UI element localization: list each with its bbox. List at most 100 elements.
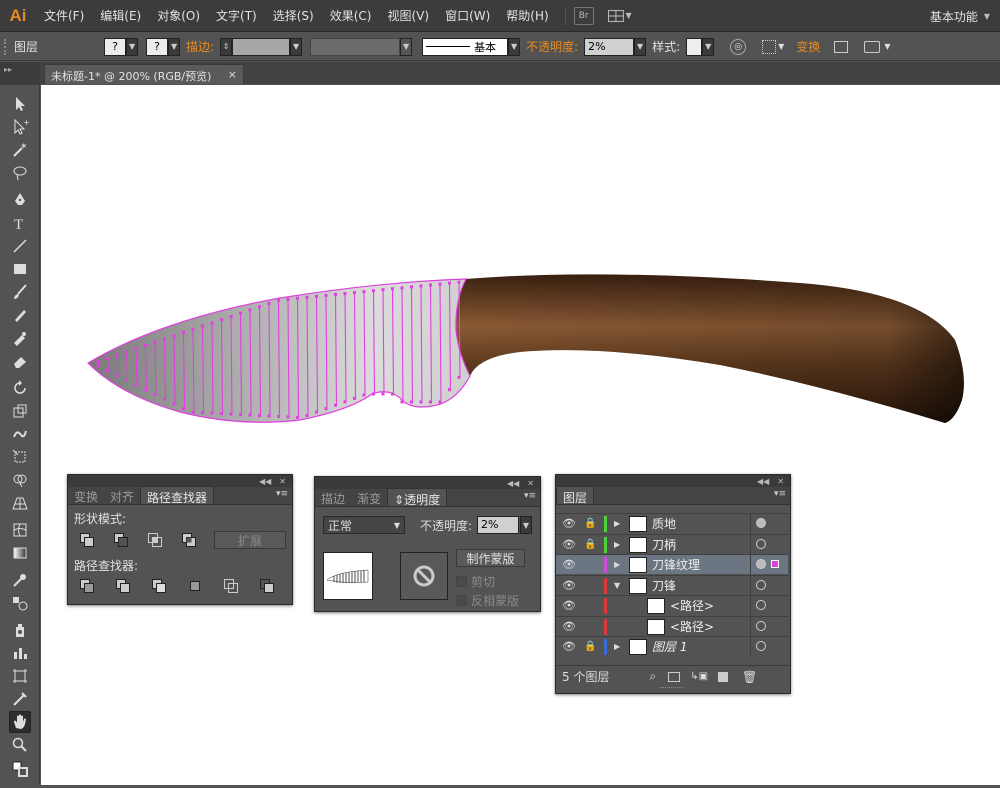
outline-icon[interactable]: [224, 579, 238, 593]
arrange-documents-button[interactable]: ▼: [607, 7, 632, 25]
clip-checkbox[interactable]: [456, 576, 467, 587]
trim-icon[interactable]: [116, 579, 130, 593]
intersect-icon[interactable]: [148, 533, 162, 547]
eye-icon[interactable]: 👁: [562, 620, 576, 633]
document-tab[interactable]: 未标题-1* @ 200% (RGB/预览) ×: [44, 64, 244, 84]
tab-transform[interactable]: 变换: [68, 486, 104, 504]
eye-icon[interactable]: 👁: [562, 538, 576, 551]
layer-name[interactable]: 质地: [652, 515, 676, 532]
menu-item[interactable]: 效果(C): [322, 7, 380, 24]
stroke-weight-dropdown[interactable]: ▼: [290, 37, 303, 56]
new-layer-icon[interactable]: [718, 671, 729, 682]
lasso-tool-icon[interactable]: [9, 162, 31, 184]
menu-item[interactable]: 文件(F): [36, 7, 92, 24]
clip-option[interactable]: 剪切: [456, 573, 495, 590]
expand-triangle-icon[interactable]: ▶: [614, 560, 620, 569]
crop-icon[interactable]: [188, 579, 202, 593]
free-transform-tool-icon[interactable]: [9, 446, 31, 468]
artboard-canvas[interactable]: [41, 85, 1000, 785]
stroke-dropdown[interactable]: ▼: [168, 37, 181, 56]
magic-wand-tool-icon[interactable]: ✶: [9, 139, 31, 161]
pen-tool-icon[interactable]: [9, 189, 31, 211]
fill-swatch[interactable]: ?: [104, 37, 127, 56]
create-sublayer-icon[interactable]: ↳▣: [690, 671, 708, 682]
opacity-label[interactable]: 不透明度:: [526, 38, 578, 55]
graphic-style-swatch[interactable]: [686, 37, 703, 56]
make-clipping-mask-icon[interactable]: [668, 671, 681, 682]
invert-mask-checkbox[interactable]: [456, 595, 467, 606]
stroke-label[interactable]: 描边:: [186, 38, 214, 55]
align-to-icon[interactable]: [762, 39, 777, 54]
opacity-field[interactable]: 2%: [477, 516, 519, 534]
artboard-tool-icon[interactable]: [9, 665, 31, 687]
stroke-weight-stepper[interactable]: ⇕: [220, 37, 233, 56]
direct-selection-tool-icon[interactable]: +: [9, 116, 31, 138]
menu-item[interactable]: 帮助(H): [498, 7, 556, 24]
minus-back-icon[interactable]: [260, 579, 274, 593]
selected-art-indicator[interactable]: [771, 560, 779, 568]
gradient-tool-icon[interactable]: [9, 542, 31, 564]
blob-brush-tool-icon[interactable]: [9, 327, 31, 349]
menu-item[interactable]: 视图(V): [379, 7, 437, 24]
tab-layers[interactable]: 图层: [556, 486, 595, 505]
close-icon[interactable]: ✕: [777, 477, 784, 486]
stroke-swatch[interactable]: ?: [146, 37, 169, 56]
slice-tool-icon[interactable]: [9, 688, 31, 710]
menu-item[interactable]: 文字(T): [208, 7, 265, 24]
tab-gradient[interactable]: 渐变: [351, 488, 387, 506]
bridge-button[interactable]: Br: [573, 6, 594, 25]
isolate-icon[interactable]: [834, 40, 849, 53]
panel-menu-icon[interactable]: ▾≡: [276, 489, 288, 499]
tab-transparency[interactable]: ⇕透明度: [387, 488, 448, 507]
layer-name[interactable]: <路径>: [670, 618, 714, 635]
tab-stroke[interactable]: 描边: [315, 488, 351, 506]
type-tool-icon[interactable]: T: [9, 212, 31, 234]
fill-dropdown[interactable]: ▼: [126, 37, 139, 56]
layer-row[interactable]: 👁 🔒 ▶ 图层 1: [556, 636, 788, 657]
opacity-dropdown[interactable]: ▼: [634, 37, 647, 56]
hand-tool-icon[interactable]: [9, 711, 31, 733]
zoom-tool-icon[interactable]: [9, 734, 31, 756]
knife-artwork[interactable]: [41, 85, 1000, 785]
lock-icon[interactable]: 🔒: [584, 539, 596, 550]
opacity-dropdown[interactable]: ▼: [520, 516, 532, 534]
layer-row[interactable]: 👁 <路径>: [556, 595, 788, 616]
eye-icon[interactable]: 👁: [562, 517, 576, 530]
mask-thumbnail[interactable]: [400, 552, 448, 600]
symbol-sprayer-tool-icon[interactable]: [9, 619, 31, 641]
menu-item[interactable]: 对象(O): [149, 7, 208, 24]
eye-icon[interactable]: 👁: [562, 558, 576, 571]
layer-name[interactable]: 刀锋: [652, 577, 676, 594]
divide-icon[interactable]: [80, 579, 94, 593]
panel-menu-icon[interactable]: ▾≡: [524, 491, 536, 501]
close-icon[interactable]: ✕: [527, 479, 534, 488]
eye-icon[interactable]: 👁: [562, 640, 576, 653]
blend-tool-icon[interactable]: [9, 592, 31, 614]
blend-mode-select[interactable]: 正常 ▼: [323, 516, 405, 534]
exclude-icon[interactable]: [182, 533, 196, 547]
locate-object-icon[interactable]: ⌕: [649, 669, 656, 684]
recolor-icon[interactable]: ◎: [730, 38, 747, 55]
layer-name[interactable]: 刀锋纹理: [652, 556, 700, 573]
collapse-icon[interactable]: ◀◀: [507, 479, 519, 488]
transform-label[interactable]: 变换: [796, 38, 820, 55]
chevron-down-icon[interactable]: ▼: [884, 42, 890, 51]
mesh-tool-icon[interactable]: [9, 519, 31, 541]
trash-icon[interactable]: 🗑: [742, 670, 757, 684]
expand-triangle-icon[interactable]: ▶: [614, 519, 620, 528]
eraser-tool-icon[interactable]: [9, 350, 31, 372]
eye-icon[interactable]: 👁: [562, 579, 576, 592]
rectangle-tool-icon[interactable]: [9, 258, 31, 280]
workspace-switcher[interactable]: 基本功能 ▼: [930, 0, 990, 32]
selection-tool-icon[interactable]: [9, 93, 31, 115]
eyedropper-tool-icon[interactable]: [9, 569, 31, 591]
options-icon[interactable]: [864, 40, 881, 53]
layer-row[interactable]: 👁 ▼ 刀锋: [556, 574, 788, 596]
target-icon[interactable]: [756, 538, 766, 549]
merge-icon[interactable]: [152, 579, 166, 593]
layer-name[interactable]: 刀柄: [652, 536, 676, 553]
invert-mask-option[interactable]: 反相蒙版: [456, 592, 519, 609]
target-icon[interactable]: [756, 579, 766, 590]
close-icon[interactable]: ×: [228, 68, 237, 81]
layer-row[interactable]: 👁 ▶ 刀锋纹理: [556, 554, 788, 575]
